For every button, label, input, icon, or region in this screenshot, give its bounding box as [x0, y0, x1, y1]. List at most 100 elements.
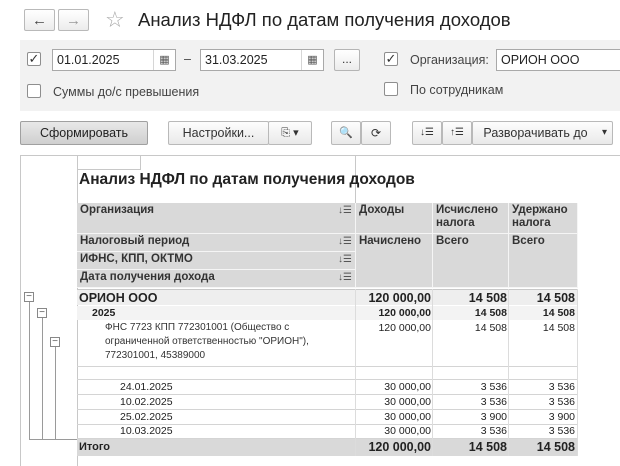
row-tax-calculated: 3 536 [480, 425, 507, 437]
organization-checkbox[interactable]: ✓ [384, 52, 398, 66]
header-tax-withheld-sub: Всего [509, 234, 578, 288]
by-employee-label: По сотрудникам [410, 83, 504, 97]
period-checkbox[interactable]: ✓ [27, 52, 41, 66]
year-tax-calculated: 14 508 [474, 307, 507, 319]
column-divider [355, 289, 356, 456]
report-corner-cell [77, 155, 141, 170]
table-row-ifns[interactable]: ФНС 7723 КПП 772301001 (Общество с огран… [77, 321, 578, 367]
sort-icon[interactable]: ↓☰ [338, 235, 352, 248]
table-row[interactable]: 10.03.2025 30 000,00 3 536 3 536 [77, 425, 578, 439]
date-to-field[interactable]: 31.03.2025 ▦ [200, 49, 324, 71]
header-tax-calculated-sub: Всего [433, 234, 509, 288]
tree-line [29, 439, 77, 440]
favorite-star-icon[interactable]: ☆ [105, 7, 125, 33]
variant-menu-button[interactable]: ⎘ ▾ [268, 121, 312, 145]
total-tax-calculated: 14 508 [468, 440, 507, 454]
organization-label: Организация: [410, 53, 489, 67]
column-divider [508, 289, 509, 456]
year-tax-withheld: 14 508 [542, 307, 575, 319]
table-row-total[interactable]: Итого 120 000,00 14 508 14 508 [77, 439, 578, 456]
row-income: 30 000,00 [384, 381, 431, 393]
income-date: 25.02.2025 [120, 411, 173, 423]
table-row[interactable]: 10.02.2025 30 000,00 3 536 3 536 [77, 395, 578, 410]
header-income-sub: Начислено [356, 234, 433, 288]
column-divider [577, 289, 578, 456]
total-income: 120 000,00 [368, 440, 431, 454]
report-variant-icon: ⎘ ▾ [281, 127, 299, 139]
arrow-left-icon: ← [32, 11, 47, 29]
sums-checkbox[interactable] [27, 84, 41, 98]
ifns-tax-withheld: 14 508 [542, 322, 575, 334]
header-income[interactable]: Доходы [356, 203, 433, 234]
ifns-line-3: 772301001, 45389000 [105, 350, 206, 361]
date-from-value: 01.01.2025 [57, 53, 120, 67]
sort-desc-button[interactable]: ↑☰ [442, 121, 472, 145]
total-tax-withheld: 14 508 [536, 440, 575, 454]
year-income: 120 000,00 [378, 307, 431, 319]
org-tax-withheld: 14 508 [536, 291, 575, 305]
ifns-line-2: ограниченной ответственностью "ОРИОН"), [105, 336, 309, 347]
sums-label: Суммы до/с превышения [53, 85, 200, 99]
header-tax-withheld[interactable]: Удержано налога [509, 203, 578, 234]
by-employee-checkbox[interactable] [384, 82, 398, 96]
row-income: 30 000,00 [384, 425, 431, 437]
header-organization[interactable]: Организация ↓☰ [77, 203, 356, 234]
row-tax-withheld: 3 536 [548, 425, 575, 437]
generate-button[interactable]: Сформировать [20, 121, 148, 145]
sort-icon[interactable]: ↓☰ [338, 271, 352, 284]
tree-line [29, 301, 30, 439]
report-title: Анализ НДФЛ по датам получения доходов [79, 171, 415, 188]
sort-icon[interactable]: ↓☰ [338, 253, 352, 266]
organization-field[interactable]: ОРИОН ООО [496, 49, 620, 71]
row-tax-withheld: 3 900 [548, 411, 575, 423]
settings-button[interactable]: Настройки... [168, 121, 269, 145]
table-row-empty [77, 367, 578, 380]
date-to-value: 31.03.2025 [205, 53, 268, 67]
total-label: Итого [79, 441, 111, 453]
table-row-year[interactable]: 2025 120 000,00 14 508 14 508 [77, 306, 578, 320]
income-date: 10.02.2025 [120, 396, 173, 408]
column-divider [432, 289, 433, 456]
page-title: Анализ НДФЛ по датам получения доходов [138, 9, 511, 30]
period-select-button[interactable]: ... [334, 49, 360, 71]
expand-to-button[interactable]: Разворачивать до ▾ [472, 121, 613, 145]
table-row[interactable]: 25.02.2025 30 000,00 3 900 3 900 [77, 410, 578, 425]
row-tax-withheld: 3 536 [548, 396, 575, 408]
org-name: ОРИОН ООО [79, 291, 158, 305]
tree-line [42, 317, 43, 439]
row-tax-calculated: 3 536 [480, 381, 507, 393]
search-icon: 🔍 [339, 127, 353, 139]
sort-asc-icon: ↓☰ [420, 127, 434, 138]
expand-to-label: Разворачивать до [483, 126, 588, 140]
forward-button[interactable]: → [58, 9, 89, 31]
date-from-field[interactable]: 01.01.2025 ▦ [52, 49, 176, 71]
header-ifns[interactable]: ИФНС, КПП, ОКТМО ↓☰ [77, 252, 356, 270]
search-button[interactable]: 🔍 [331, 121, 361, 145]
back-button[interactable]: ← [24, 9, 55, 31]
sort-desc-icon: ↑☰ [450, 127, 464, 138]
report-left-border [20, 155, 21, 466]
calendar-icon[interactable]: ▦ [301, 50, 323, 70]
collapse-org-icon[interactable]: − [24, 292, 34, 302]
ifns-line-1: ФНС 7723 КПП 772301001 (Общество с [105, 322, 290, 333]
chevron-down-icon: ▾ [601, 127, 607, 138]
collapse-year-icon[interactable]: − [37, 308, 47, 318]
table-row[interactable]: 24.01.2025 30 000,00 3 536 3 536 [77, 380, 578, 395]
org-income: 120 000,00 [368, 291, 431, 305]
find-icon: ⟳ [370, 126, 382, 140]
org-tax-calculated: 14 508 [468, 291, 507, 305]
sort-asc-button[interactable]: ↓☰ [412, 121, 442, 145]
income-date: 24.01.2025 [120, 381, 173, 393]
ifns-tax-calculated: 14 508 [474, 322, 507, 334]
tree-line [55, 346, 56, 439]
row-income: 30 000,00 [384, 411, 431, 423]
header-tax-period[interactable]: Налоговый период ↓☰ [77, 234, 356, 252]
row-tax-withheld: 3 536 [548, 381, 575, 393]
header-income-date[interactable]: Дата получения дохода ↓☰ [77, 270, 356, 288]
sort-icon[interactable]: ↓☰ [338, 204, 352, 217]
table-row-organization[interactable]: ОРИОН ООО 120 000,00 14 508 14 508 [77, 289, 578, 305]
calendar-icon[interactable]: ▦ [153, 50, 175, 70]
header-tax-calculated[interactable]: Исчислено налога [433, 203, 509, 234]
find-next-button[interactable]: ⟳ [361, 121, 391, 145]
collapse-ifns-icon[interactable]: − [50, 337, 60, 347]
